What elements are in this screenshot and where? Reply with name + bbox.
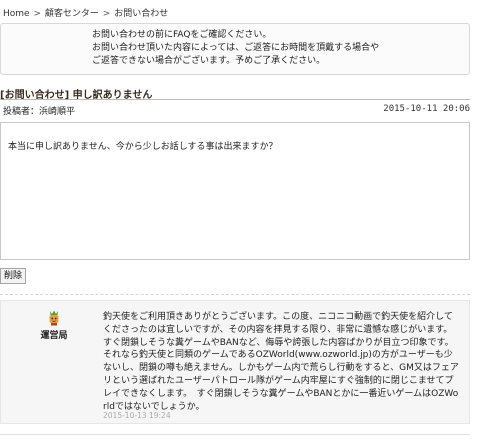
inquiry-title: [お問い合わせ] 申し訳ありません [0, 90, 153, 101]
reply-date: 2015-10-13 19:24 [103, 411, 171, 420]
reply-text: 釣天使をご利用頂きありがとうございます。この度、ニコニコ動画で釣天使を紹介してく… [103, 312, 459, 412]
notice-line-1: お問い合わせの前にFAQをご確認ください。 [92, 30, 272, 40]
breadcrumb-separator: > [102, 9, 111, 19]
inquiry-title-bar: [お問い合わせ] 申し訳ありません [0, 86, 470, 101]
author-row: 投稿者：浜崎順平 [3, 104, 75, 117]
post-date: 2015-10-11 20:06 [383, 104, 470, 114]
bottom-divider [0, 434, 470, 435]
staff-name: 運営局 [40, 331, 68, 341]
divider [0, 294, 470, 295]
author-label: 投稿者： [3, 107, 40, 117]
inquiry-body-box: 本当に申し訳ありません、今から少しお話しする事は出来ますか？ [0, 122, 470, 260]
staff-reply: 運営局 釣天使をご利用頂きありがとうございます。この度、ニコニコ動画で釣天使を紹… [0, 300, 470, 424]
staff-mascot-icon [46, 310, 62, 326]
breadcrumb-separator: > [33, 9, 41, 19]
breadcrumb-customer-center-link[interactable]: 顧客センター [45, 9, 99, 19]
breadcrumb: Home > 顧客センター > お問い合わせ [3, 6, 168, 19]
faq-notice-box: お問い合わせの前にFAQをご確認ください。 お問い合わせ頂いた内容によっては、ご… [0, 23, 470, 75]
author-name: 浜崎順平 [39, 107, 76, 117]
breadcrumb-current: お問い合わせ [114, 9, 169, 19]
delete-button[interactable]: 削除 [0, 268, 27, 284]
inquiry-body: 本当に申し訳ありません、今から少しお話しする事は出来ますか？ [8, 142, 278, 152]
staff-avatar-block: 運営局 [36, 310, 72, 341]
breadcrumb-home-link[interactable]: Home [3, 9, 30, 19]
notice-line-3: ご返答できない場合がございます。予めご了承ください。 [92, 56, 326, 66]
notice-line-2: お問い合わせ頂いた内容によっては、ご返答にお時間を頂戴する場合や [92, 43, 380, 53]
